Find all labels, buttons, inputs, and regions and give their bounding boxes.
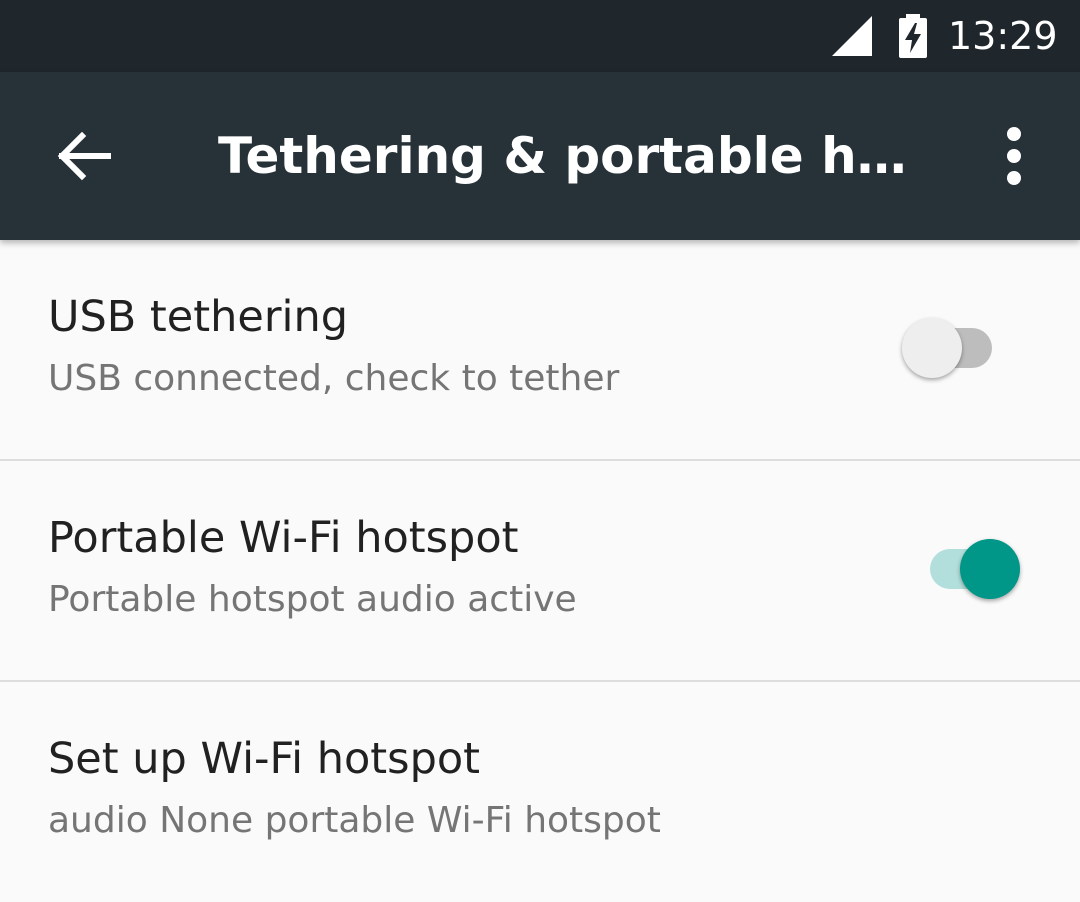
status-bar: 13:29 [0,0,1080,72]
portable-hotspot-switch[interactable] [922,537,1022,601]
setting-summary: Portable hotspot audio active [48,579,577,620]
usb-tethering-switch[interactable] [900,316,1000,380]
battery-charging-icon [899,14,927,58]
arrow-back-icon[interactable] [56,128,112,184]
setting-usb-tethering[interactable]: USB tethering USB connected, check to te… [0,240,1080,461]
settings-list: USB tethering USB connected, check to te… [0,240,1080,902]
setting-summary: audio None portable Wi-Fi hotspot [48,800,661,841]
status-time: 13:29 [948,14,1058,58]
setting-title: USB tethering [48,292,348,342]
more-vert-icon[interactable] [990,124,1038,188]
switch-thumb [902,318,962,378]
app-bar: Tethering & portable hotspot [0,72,1080,240]
setting-summary: USB connected, check to tether [48,358,620,399]
setting-title: Portable Wi-Fi hotspot [48,513,519,563]
setting-setup-wifi-hotspot[interactable]: Set up Wi-Fi hotspot audio None portable… [0,682,1080,902]
switch-thumb [960,539,1020,599]
cell-signal-icon [832,16,872,56]
page-title: Tethering & portable hotspot [218,127,938,185]
setting-title: Set up Wi-Fi hotspot [48,734,481,784]
setting-portable-wifi-hotspot[interactable]: Portable Wi-Fi hotspot Portable hotspot … [0,461,1080,682]
